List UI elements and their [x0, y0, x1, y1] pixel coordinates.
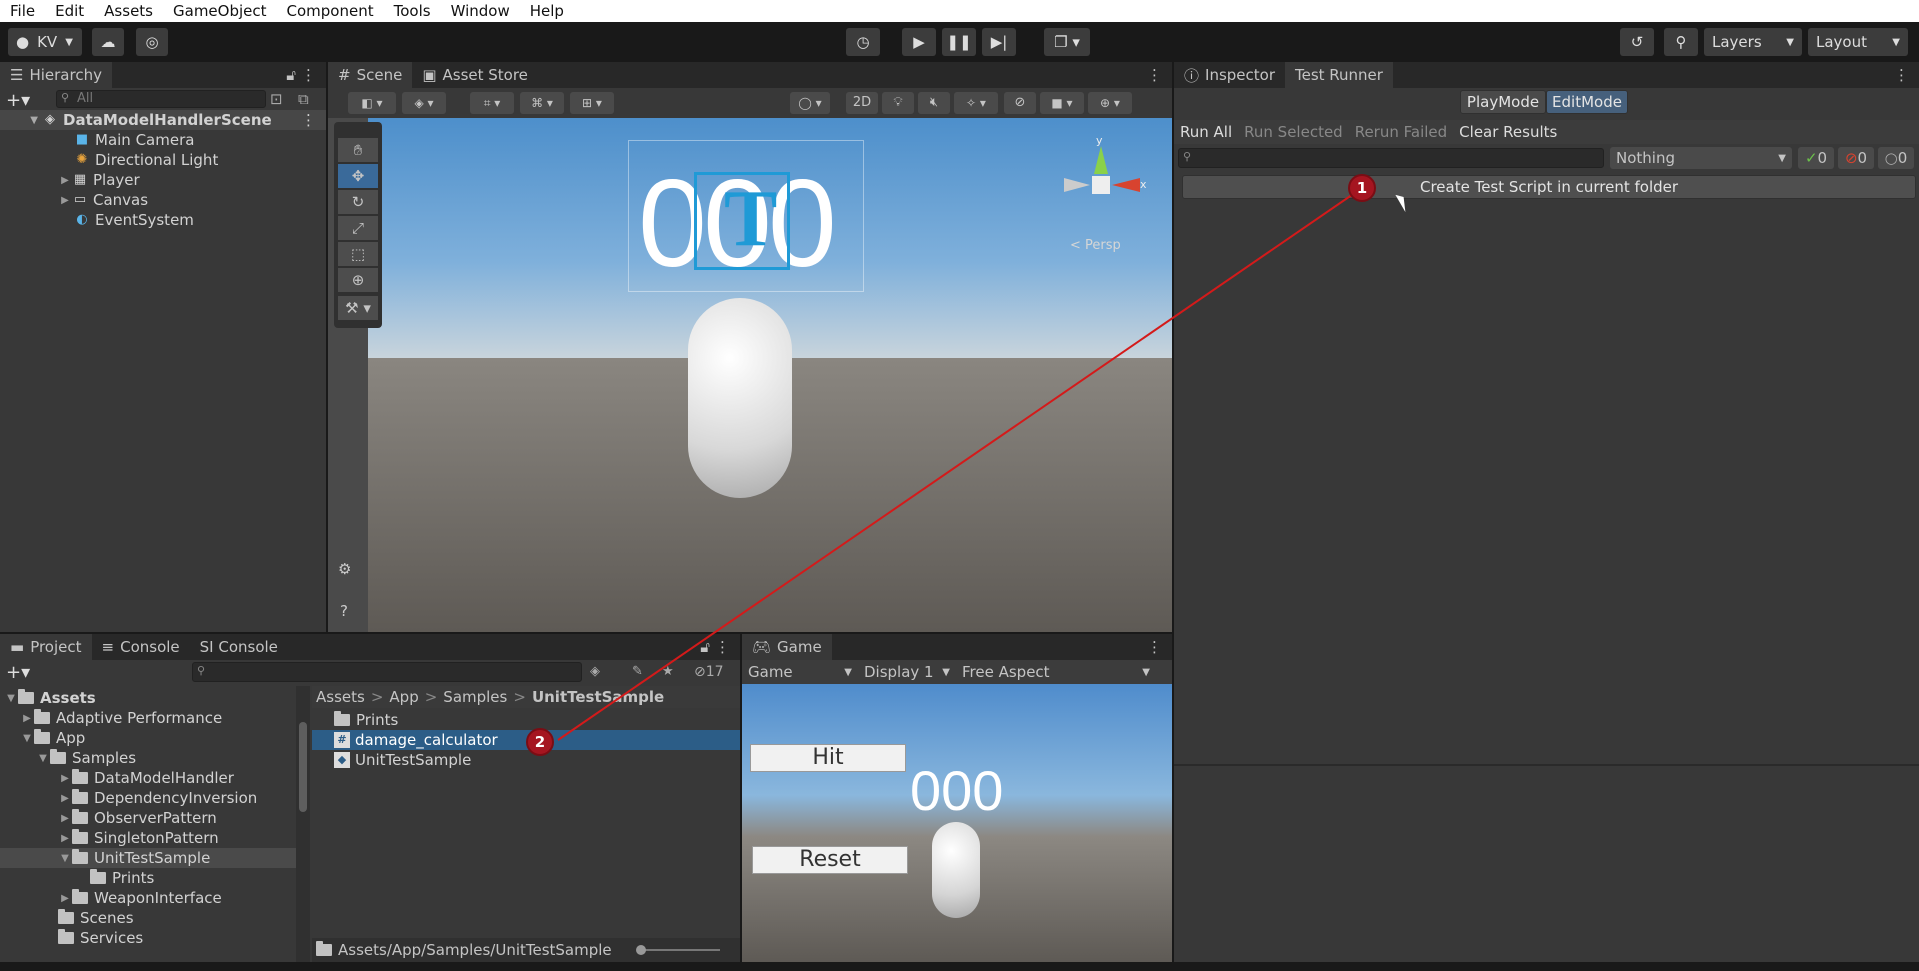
marker-2: 2: [526, 728, 554, 756]
annotation-arrow: [557, 187, 1363, 741]
annotation-overlay: [557, 187, 1363, 741]
marker-1: 1: [1348, 174, 1376, 202]
